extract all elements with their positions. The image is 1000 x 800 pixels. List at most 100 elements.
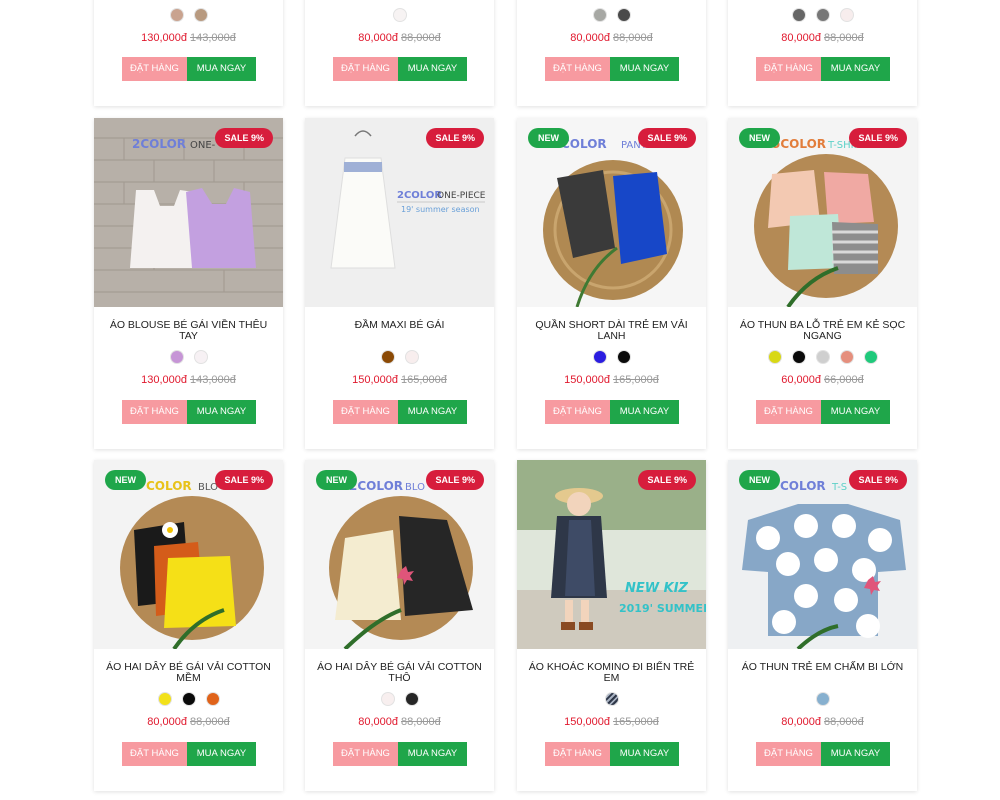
price: 150,000đ 165,000đ — [517, 715, 706, 729]
color-swatch[interactable] — [839, 350, 854, 364]
buy-now-button[interactable]: MUA NGAY — [398, 400, 467, 424]
color-swatch[interactable] — [193, 8, 208, 22]
color-swatch[interactable] — [863, 350, 878, 364]
color-swatch[interactable] — [380, 692, 395, 706]
color-swatch[interactable] — [193, 350, 208, 364]
order-button[interactable]: ĐẶT HÀNG — [333, 742, 398, 766]
sale-badge: SALE 9% — [849, 128, 907, 148]
color-swatch[interactable] — [616, 8, 631, 22]
product-card: COLOR BLO NEW SALE 9% ÁO HAI DÂY BÉ GÁI … — [94, 460, 283, 791]
order-button[interactable]: ĐẶT HÀNG — [122, 742, 187, 766]
color-swatches — [517, 350, 706, 364]
order-button[interactable]: ĐẶT HÀNG — [333, 57, 398, 81]
svg-text:2COLOR: 2COLOR — [397, 190, 442, 201]
old-price: 66,000đ — [824, 374, 864, 386]
product-card: COLOR T-S NEW SALE 9% ÁO THUN TRẺ EM CHẤ… — [728, 460, 917, 791]
product-name[interactable]: ÁO KHOÁC KOMINO ĐI BIỂN TRẺ EM — [525, 662, 698, 684]
buy-now-button[interactable]: MUA NGAY — [187, 742, 256, 766]
color-swatch[interactable] — [380, 350, 395, 364]
order-button[interactable]: ĐẶT HÀNG — [756, 742, 821, 766]
product-name[interactable]: QUẦN SHORT DÀI TRẺ EM VẢI LANH — [525, 320, 698, 342]
buy-now-button[interactable]: MUA NGAY — [187, 57, 256, 81]
svg-text:ONE-PIECE: ONE-PIECE — [437, 191, 486, 201]
product-card: 80,000đ 88,000đ ĐẶT HÀNG MUA NGAY — [305, 0, 494, 106]
new-badge: NEW — [105, 470, 146, 490]
buy-now-button[interactable]: MUA NGAY — [821, 742, 890, 766]
product-name[interactable]: ÁO HAI DÂY BÉ GÁI VẢI COTTON THÔ — [313, 662, 486, 684]
price: 80,000đ 88,000đ — [517, 31, 706, 45]
order-button[interactable]: ĐẶT HÀNG — [122, 400, 187, 424]
svg-text:ONE-: ONE- — [190, 140, 216, 151]
product-image[interactable]: 2COLOR BLO NEW SALE 9% — [305, 460, 494, 649]
color-swatch[interactable] — [616, 350, 631, 364]
order-button[interactable]: ĐẶT HÀNG — [545, 742, 610, 766]
color-swatches — [728, 350, 917, 364]
color-swatch[interactable] — [392, 8, 407, 22]
color-swatch[interactable] — [181, 692, 196, 706]
buy-now-button[interactable]: MUA NGAY — [398, 57, 467, 81]
product-image[interactable]: NEW KIZ 2019' SUMMER SALE 9% — [517, 460, 706, 649]
product-name[interactable]: ÁO BLOUSE BÉ GÁI VIỀN THÊU TAY — [102, 320, 275, 342]
color-swatch[interactable] — [767, 350, 782, 364]
order-button[interactable]: ĐẶT HÀNG — [756, 400, 821, 424]
buy-now-button[interactable]: MUA NGAY — [610, 400, 679, 424]
order-button[interactable]: ĐẶT HÀNG — [122, 57, 187, 81]
old-price: 88,000đ — [401, 32, 441, 44]
product-name[interactable]: ÁO THUN TRẺ EM CHẤM BI LỚN — [736, 662, 909, 673]
old-price: 165,000đ — [613, 374, 659, 386]
product-image[interactable]: 2COLOR ONE- SALE 9% — [94, 118, 283, 307]
product-card: 2COLOR ONE-PIECE 19' summer season SALE … — [305, 118, 494, 449]
color-swatch[interactable] — [404, 692, 419, 706]
color-swatch[interactable] — [157, 692, 172, 706]
color-swatch[interactable] — [205, 692, 220, 706]
order-button[interactable]: ĐẶT HÀNG — [545, 400, 610, 424]
buy-now-button[interactable]: MUA NGAY — [187, 400, 256, 424]
color-swatches — [94, 8, 283, 22]
sale-badge: SALE 9% — [215, 128, 273, 148]
product-name[interactable]: ÁO HAI DÂY BÉ GÁI VẢI COTTON MỀM — [102, 662, 275, 684]
product-card: 80,000đ 88,000đ ĐẶT HÀNG MUA NGAY — [728, 0, 917, 106]
color-swatch[interactable] — [592, 350, 607, 364]
product-name[interactable]: ÁO THUN BA LỖ TRẺ EM KẺ SỌC NGANG — [736, 320, 909, 342]
buy-now-button[interactable]: MUA NGAY — [610, 742, 679, 766]
price: 130,000đ 143,000đ — [94, 31, 283, 45]
sale-badge: SALE 9% — [426, 128, 484, 148]
color-swatch[interactable] — [169, 8, 184, 22]
color-swatches — [728, 8, 917, 22]
svg-text:NEW KIZ: NEW KIZ — [625, 581, 689, 596]
current-price: 80,000đ — [781, 32, 821, 44]
product-image[interactable]: 2COLOR ONE-PIECE 19' summer season SALE … — [305, 118, 494, 307]
order-button[interactable]: ĐẶT HÀNG — [756, 57, 821, 81]
color-swatch[interactable] — [839, 8, 854, 22]
current-price: 150,000đ — [352, 374, 398, 386]
buy-now-button[interactable]: MUA NGAY — [821, 400, 890, 424]
color-swatch[interactable] — [604, 692, 619, 706]
product-image[interactable]: COLOR T-S NEW SALE 9% — [728, 460, 917, 649]
color-swatch[interactable] — [815, 350, 830, 364]
color-swatch[interactable] — [404, 350, 419, 364]
color-swatch[interactable] — [791, 8, 806, 22]
price: 80,000đ 88,000đ — [305, 715, 494, 729]
product-image[interactable]: COLOR PANTS NEW SALE 9% — [517, 118, 706, 307]
product-name[interactable]: ĐẦM MAXI BÉ GÁI — [313, 320, 486, 331]
svg-text:2COLOR: 2COLOR — [349, 479, 403, 493]
sale-badge: SALE 9% — [638, 470, 696, 490]
old-price: 88,000đ — [824, 32, 864, 44]
product-image[interactable]: COLOR BLO NEW SALE 9% — [94, 460, 283, 649]
buy-now-button[interactable]: MUA NGAY — [610, 57, 679, 81]
color-swatch[interactable] — [592, 8, 607, 22]
product-card: NEW KIZ 2019' SUMMER SALE 9% ÁO KHOÁC KO… — [517, 460, 706, 791]
product-image[interactable]: 5COLOR T-SHIRTS NEW SALE 9% — [728, 118, 917, 307]
svg-text:BLO: BLO — [405, 482, 425, 493]
current-price: 150,000đ — [564, 374, 610, 386]
buy-now-button[interactable]: MUA NGAY — [821, 57, 890, 81]
color-swatch[interactable] — [815, 8, 830, 22]
color-swatch[interactable] — [169, 350, 184, 364]
order-button[interactable]: ĐẶT HÀNG — [333, 400, 398, 424]
current-price: 130,000đ — [141, 32, 187, 44]
order-button[interactable]: ĐẶT HÀNG — [545, 57, 610, 81]
color-swatch[interactable] — [815, 692, 830, 706]
buy-now-button[interactable]: MUA NGAY — [398, 742, 467, 766]
color-swatch[interactable] — [791, 350, 806, 364]
color-swatches — [305, 350, 494, 364]
